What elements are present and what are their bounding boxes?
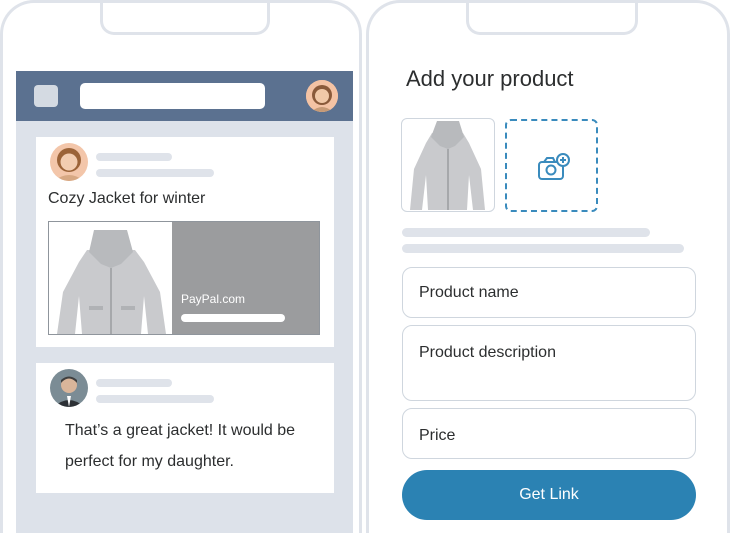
product-thumbnail[interactable]	[401, 118, 495, 212]
social-phone-frame: Cozy Jacket for winter PayPal.com That’s…	[0, 0, 362, 533]
link-preview-card[interactable]: PayPal.com	[48, 221, 320, 335]
price-field[interactable]: Price	[402, 408, 696, 459]
jacket-image	[49, 222, 172, 334]
form-helper-text-placeholder	[402, 244, 684, 253]
link-domain: PayPal.com	[181, 292, 246, 306]
app-header	[16, 71, 353, 121]
product-name-placeholder: Product name	[419, 284, 519, 301]
price-placeholder: Price	[419, 427, 456, 444]
phone-notch	[466, 3, 638, 35]
product-description-placeholder: Product description	[419, 344, 556, 361]
get-link-label: Get Link	[519, 486, 579, 503]
link-preview-panel: PayPal.com	[172, 222, 319, 334]
form-helper-text-placeholder	[402, 228, 650, 237]
post-caption: Cozy Jacket for winter	[48, 190, 206, 207]
form-title: Add your product	[406, 66, 574, 91]
product-name-field[interactable]: Product name	[402, 267, 696, 318]
phone-notch	[100, 3, 270, 35]
author-avatar[interactable]	[50, 143, 88, 181]
user-avatar[interactable]	[306, 80, 338, 112]
comment-card: That’s a great jacket! It would be perfe…	[36, 363, 334, 493]
get-link-button[interactable]: Get Link	[402, 470, 696, 520]
camera-plus-icon	[538, 153, 570, 181]
comment-text-line-2: perfect for my daughter.	[65, 453, 234, 470]
add-photo-button[interactable]	[505, 119, 598, 212]
author-name-placeholder	[96, 153, 172, 161]
post-meta-placeholder	[96, 169, 214, 177]
product-description-field[interactable]: Product description	[402, 325, 696, 401]
commenter-name-placeholder	[96, 379, 172, 387]
comment-meta-placeholder	[96, 395, 214, 403]
post-card: Cozy Jacket for winter PayPal.com	[36, 137, 334, 347]
search-input[interactable]	[80, 83, 265, 109]
menu-icon[interactable]	[34, 85, 58, 107]
comment-text-line-1: That’s a great jacket! It would be	[65, 422, 296, 439]
commenter-avatar[interactable]	[50, 369, 88, 407]
link-title-placeholder	[181, 314, 285, 322]
